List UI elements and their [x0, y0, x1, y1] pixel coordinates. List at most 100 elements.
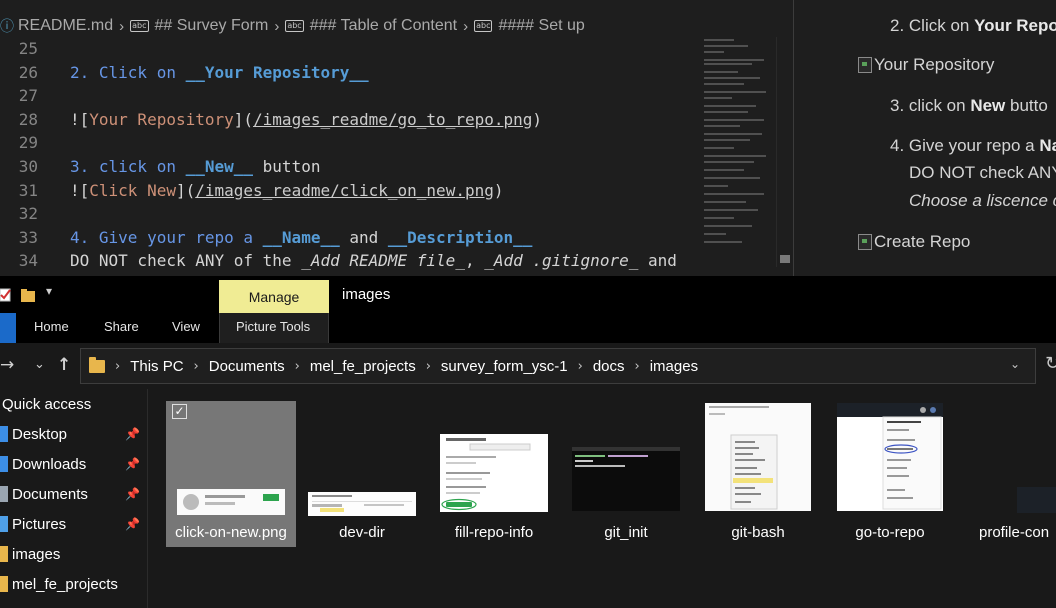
code-line[interactable]: 25 [0, 37, 70, 60]
preview-italic-text: Choose a liscence cl [909, 191, 1056, 210]
pin-icon[interactable]: 📌 [125, 487, 140, 501]
path-segment-survey-form[interactable]: survey_form_ysc-1 [441, 358, 568, 375]
image-thumbnail [837, 403, 943, 511]
file-item-git-bash[interactable]: git-bash [693, 401, 823, 547]
recent-locations-chevron-icon[interactable]: ⌄ [34, 357, 45, 372]
line-number: 31 [18, 180, 38, 200]
broken-image-icon [858, 57, 872, 73]
breadcrumb-label: #### Set up [498, 17, 585, 34]
scrollbar-thumb[interactable] [780, 255, 790, 263]
tab-home[interactable]: Home [34, 319, 69, 334]
code-line[interactable]: 34 DO NOT check ANY of the _Add README fi… [0, 249, 677, 272]
nav-item-downloads[interactable]: Downloads 📌 [0, 449, 147, 479]
pin-icon[interactable]: 📌 [125, 427, 140, 441]
address-bar[interactable]: › This PC › Documents › mel_fe_projects … [80, 348, 1036, 384]
preview-text: 4. Give your repo a [890, 136, 1040, 155]
broken-image-icon [858, 234, 872, 250]
file-list[interactable]: ✓ click-on-new.png dev-dir fill-repo-inf… [149, 389, 1056, 608]
desktop-icon [0, 426, 8, 442]
preview-text: 3. click on [890, 96, 971, 115]
minimap[interactable] [700, 37, 780, 267]
file-name: click-on-new.png [175, 524, 287, 541]
window-title: images [342, 286, 391, 303]
pin-icon[interactable]: 📌 [125, 457, 140, 471]
code-line[interactable]: 28 ![Your Repository](/images_readme/go_t… [0, 108, 542, 131]
image-thumbnail [1017, 487, 1056, 513]
chevron-right-icon: › [274, 17, 280, 35]
properties-icon[interactable] [0, 287, 12, 303]
breadcrumb-item-set-up[interactable]: abc #### Set up [474, 17, 585, 35]
tab-picture-tools[interactable]: Picture Tools [219, 313, 329, 343]
file-item-click-on-new[interactable]: ✓ click-on-new.png [166, 401, 296, 547]
chevron-right-icon: › [577, 358, 583, 374]
path-segment-images[interactable]: images [650, 358, 698, 375]
file-name: go-to-repo [855, 524, 925, 541]
nav-label: Downloads [12, 455, 87, 473]
code-bold-text: __Description__ [387, 227, 533, 247]
checkbox-checked-icon[interactable]: ✓ [172, 404, 187, 419]
folder-icon [0, 546, 8, 562]
code-line[interactable]: 29 [0, 131, 70, 154]
code-line[interactable]: 27 [0, 84, 70, 107]
breadcrumb-item-readme[interactable]: ⓘ README.md [0, 16, 113, 36]
code-text: ]( [233, 109, 254, 129]
path-segment-documents[interactable]: Documents [209, 358, 285, 375]
file-item-dev-dir[interactable]: dev-dir [297, 401, 427, 547]
tab-file[interactable] [0, 313, 16, 343]
nav-item-documents[interactable]: Documents 📌 [0, 479, 147, 509]
nav-item-mel-fe-projects[interactable]: mel_fe_projects [0, 569, 147, 599]
tab-share[interactable]: Share [104, 319, 139, 334]
path-segment-mel-fe-projects[interactable]: mel_fe_projects [310, 358, 416, 375]
code-link-url[interactable]: /images_readme/go_to_repo.png [253, 110, 532, 129]
preview-image-create-repo[interactable]: Create Repo [858, 232, 970, 252]
code-text: ) [493, 180, 504, 200]
line-number: 29 [18, 133, 38, 153]
code-line[interactable]: 31 ![Click New](/images_readme/click_on_n… [0, 179, 504, 202]
breadcrumb-label: README.md [18, 17, 114, 34]
code-editor[interactable]: ⓘ README.md › abc ## Survey Form › abc #… [0, 0, 793, 276]
path-segment-docs[interactable]: docs [593, 358, 625, 375]
nav-item-images[interactable]: images [0, 539, 147, 569]
markdown-preview[interactable]: 2. Click on Your Repo Your Repository 3.… [793, 0, 1056, 276]
nav-label: Desktop [12, 425, 68, 443]
folder-icon [0, 576, 8, 592]
new-folder-icon[interactable] [20, 287, 36, 303]
path-segment-this-pc[interactable]: This PC [130, 358, 183, 375]
preview-image-your-repository[interactable]: Your Repository [858, 55, 994, 75]
chevron-right-icon: › [193, 358, 199, 374]
file-item-profile-con[interactable]: profile-con [957, 401, 1056, 547]
nav-item-desktop[interactable]: Desktop 📌 [0, 419, 147, 449]
nav-label: images [12, 545, 61, 563]
image-thumbnail [440, 434, 548, 512]
customize-toolbar-dropdown-icon[interactable]: ▾ [46, 284, 52, 298]
markdown-file-icon: ⓘ [0, 19, 14, 35]
nav-item-quick-access[interactable]: Quick access [0, 389, 147, 419]
file-explorer-window: ▾ Manage images Home Share View Picture … [0, 276, 1056, 608]
tab-manage[interactable]: Manage [219, 280, 329, 313]
line-number: 33 [18, 227, 38, 247]
code-line[interactable]: 33 4. Give your repo a __Name__ and __Des… [0, 226, 533, 249]
chevron-right-icon: › [634, 358, 640, 374]
line-number: 26 [18, 62, 38, 82]
line-number: 34 [18, 251, 38, 271]
code-line[interactable]: 26 2. Click on __Your Repository__ [0, 61, 369, 84]
breadcrumb-item-table-of-content[interactable]: abc ### Table of Content [285, 17, 457, 35]
refresh-icon[interactable]: ↻ [1045, 353, 1056, 374]
forward-arrow-icon[interactable]: → [0, 355, 14, 375]
breadcrumb-item-survey-form[interactable]: abc ## Survey Form [130, 17, 268, 35]
pin-icon[interactable]: 📌 [125, 517, 140, 531]
chevron-right-icon: › [115, 358, 121, 374]
editor-scrollbar[interactable] [776, 37, 790, 267]
pictures-icon [0, 516, 8, 532]
code-line[interactable]: 32 [0, 202, 70, 225]
file-item-go-to-repo[interactable]: go-to-repo [825, 401, 955, 547]
code-link-url[interactable]: /images_readme/click_on_new.png [195, 181, 494, 200]
up-arrow-icon[interactable]: ↑ [57, 355, 71, 375]
code-line[interactable]: 30 3. click on __New__ button [0, 155, 321, 178]
address-dropdown-icon[interactable]: ⌄ [1010, 357, 1020, 371]
tab-view[interactable]: View [172, 319, 200, 334]
code-text: , [464, 251, 485, 271]
file-item-git-init[interactable]: git_init [561, 401, 691, 547]
nav-item-pictures[interactable]: Pictures 📌 [0, 509, 147, 539]
file-item-fill-repo-info[interactable]: fill-repo-info [429, 401, 559, 547]
